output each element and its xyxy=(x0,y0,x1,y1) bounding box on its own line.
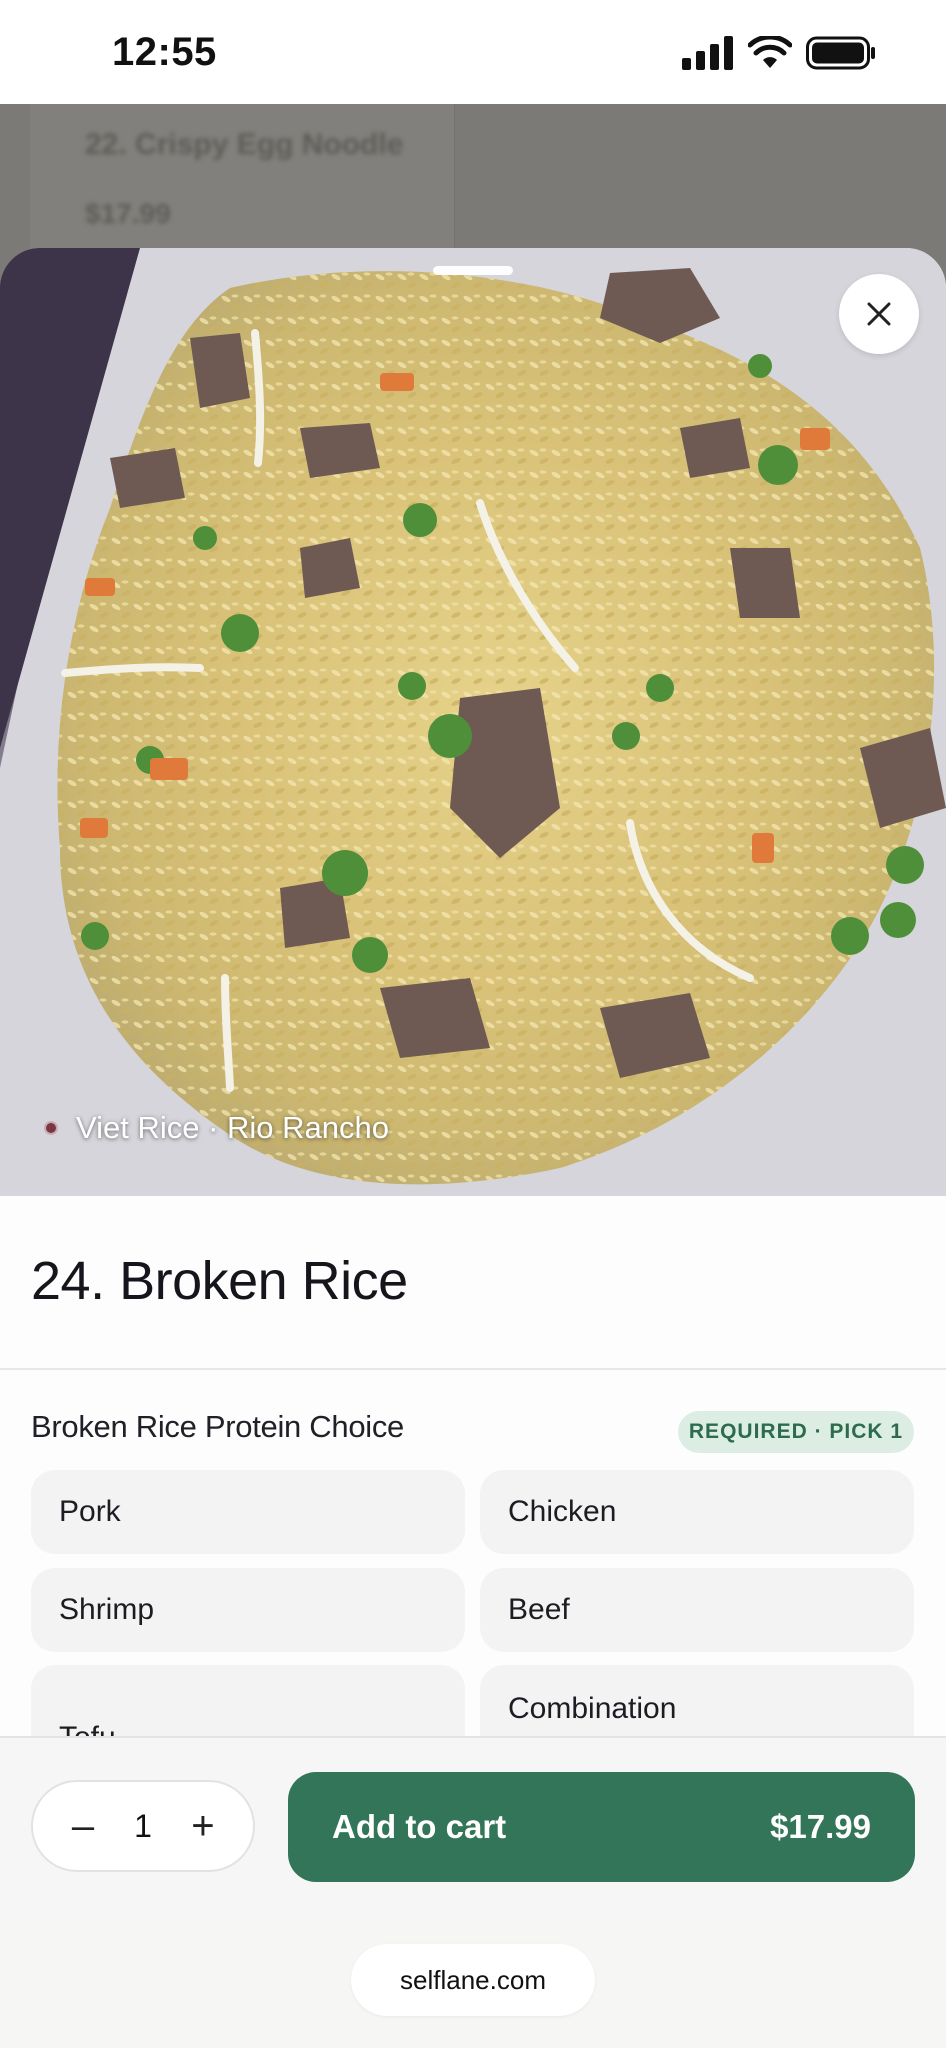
sheet-drag-handle[interactable] xyxy=(433,266,513,275)
background-item-price: $17.99 xyxy=(85,198,171,229)
close-button[interactable] xyxy=(839,274,919,354)
status-time: 12:55 xyxy=(112,30,217,74)
status-bar: 12:55 xyxy=(0,0,946,104)
option-shrimp[interactable]: Shrimp xyxy=(31,1568,465,1652)
food-photo-illustration xyxy=(0,248,946,1196)
decrease-quantity-button[interactable]: – xyxy=(63,1806,103,1846)
item-detail-sheet: Viet Rice · Rio Rancho 24. Broken Rice B… xyxy=(0,248,946,1920)
battery-icon xyxy=(806,36,875,70)
item-title: 24. Broken Rice xyxy=(31,1251,408,1311)
option-pork[interactable]: Pork xyxy=(31,1470,465,1554)
location-dot-icon xyxy=(44,1121,58,1135)
signal-icon xyxy=(682,36,733,70)
add-to-cart-label: Add to cart xyxy=(332,1808,507,1845)
option-chicken[interactable]: Chicken xyxy=(480,1470,914,1554)
divider xyxy=(0,1368,946,1370)
restaurant-name: Viet Rice · Rio Rancho xyxy=(76,1110,390,1145)
item-photo: Viet Rice · Rio Rancho xyxy=(0,248,946,1196)
restaurant-tag: Viet Rice · Rio Rancho xyxy=(44,1110,389,1146)
increase-quantity-button[interactable]: + xyxy=(183,1806,223,1846)
required-badge: REQUIRED · PICK 1 xyxy=(678,1411,914,1453)
quantity-value: 1 xyxy=(134,1807,152,1844)
wifi-icon xyxy=(748,36,792,68)
quantity-stepper: – 1 + xyxy=(31,1780,255,1872)
cart-bar: – 1 + Add to cart $17.99 xyxy=(0,1736,946,1920)
add-to-cart-button[interactable]: Add to cart $17.99 xyxy=(288,1772,915,1882)
background-item-name: 22. Crispy Egg Noodle xyxy=(85,128,404,161)
status-icons xyxy=(682,36,876,70)
option-beef[interactable]: Beef xyxy=(480,1568,914,1652)
browser-url-pill[interactable]: selflane.com xyxy=(351,1944,595,2016)
add-to-cart-price: $17.99 xyxy=(770,1808,871,1845)
option-group-title: Broken Rice Protein Choice xyxy=(31,1409,404,1444)
close-icon xyxy=(867,302,891,326)
